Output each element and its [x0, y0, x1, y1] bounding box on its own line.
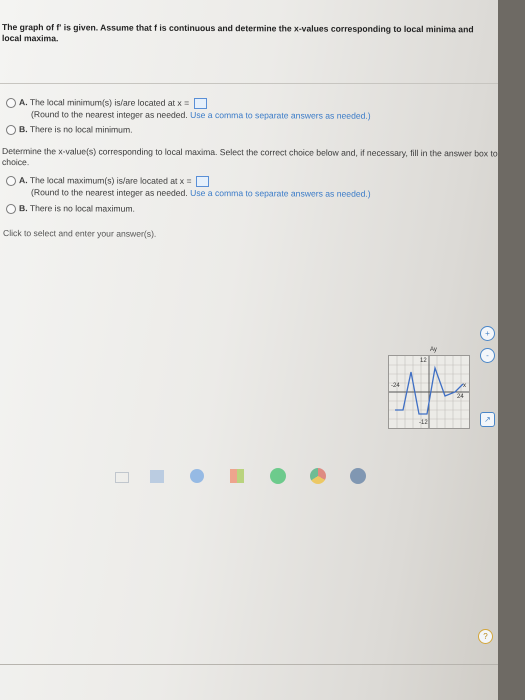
- choice-min-a[interactable]: A. The local minimum(s) is/are located a…: [19, 97, 207, 110]
- choice-max-b-text: There is no local maximum.: [29, 203, 135, 214]
- choice-max-a-letter: A.: [19, 175, 28, 186]
- prompt2-line2: choice.: [2, 157, 30, 168]
- choice-max-b[interactable]: B. There is no local maximum.: [19, 203, 135, 214]
- radio-min-b[interactable]: [6, 125, 16, 136]
- choice-min-b-letter: B.: [19, 124, 28, 135]
- derivative-graph[interactable]: Ay 12 -12 -24 24 x: [388, 347, 470, 429]
- choice-max-a-note-comma: Use a comma to separate answers as neede…: [190, 187, 371, 199]
- radio-max-a[interactable]: [6, 176, 16, 187]
- choice-max-b-letter: B.: [19, 203, 28, 214]
- zoom-in-icon[interactable]: +: [480, 326, 495, 341]
- answer-box-min[interactable]: [193, 98, 207, 110]
- footer-divider: [0, 664, 498, 665]
- choice-min-a-note-round: (Round to the nearest integer as needed.: [31, 109, 188, 120]
- steam-icon: [350, 468, 366, 484]
- choice-min-a-note: (Round to the nearest integer as needed.…: [31, 109, 371, 121]
- chrome-icon: [310, 468, 326, 484]
- radio-max-b[interactable]: [6, 204, 16, 215]
- choice-max-a-note-round: (Round to the nearest integer as needed.: [31, 187, 188, 198]
- graph-y-axis-label: Ay: [430, 347, 437, 353]
- choice-min-a-note-comma: Use a comma to separate answers as neede…: [190, 109, 371, 121]
- taskbar-reflection: [95, 460, 395, 500]
- footer-hint: Click to select and enter your answer(s)…: [3, 228, 157, 239]
- edge-icon: [190, 469, 204, 483]
- screen: The graph of f' is given. Assume that f …: [0, 0, 498, 700]
- question-text-line2: local maxima.: [2, 33, 59, 44]
- zoom-out-icon[interactable]: -: [480, 348, 495, 363]
- choice-max-a[interactable]: A. The local maximum(s) is/are located a…: [19, 175, 209, 188]
- explorer-icon: [150, 470, 164, 483]
- choice-max-a-text: The local maximum(s) is/are located at x…: [29, 175, 192, 186]
- spotify-icon: [270, 468, 286, 484]
- radio-min-a[interactable]: [6, 98, 16, 109]
- choice-min-a-text: The local minimum(s) is/are located at x…: [29, 97, 190, 108]
- graph-svg: [389, 356, 469, 428]
- graph-y-bottom: -12: [419, 420, 428, 426]
- graph-x-axis-label: x: [463, 383, 466, 389]
- graph-x-right: 24: [457, 394, 464, 400]
- prompt2-line1: Determine the x-value(s) corresponding t…: [2, 146, 498, 159]
- question-text-line1: The graph of f' is given. Assume that f …: [2, 22, 474, 35]
- choice-min-b-text: There is no local minimum.: [29, 124, 133, 135]
- choice-min-a-letter: A.: [19, 97, 28, 108]
- choice-min-b[interactable]: B. There is no local minimum.: [19, 124, 133, 135]
- store-icon: [230, 469, 244, 483]
- help-icon[interactable]: ?: [478, 629, 493, 644]
- taskview-icon: [115, 472, 129, 483]
- choice-max-a-note: (Round to the nearest integer as needed.…: [31, 187, 371, 199]
- graph-y-top: 12: [420, 358, 427, 364]
- graph-x-left: -24: [391, 383, 400, 389]
- header-divider: [0, 83, 498, 84]
- popout-icon[interactable]: ↗: [480, 412, 495, 427]
- answer-box-max[interactable]: [195, 176, 209, 188]
